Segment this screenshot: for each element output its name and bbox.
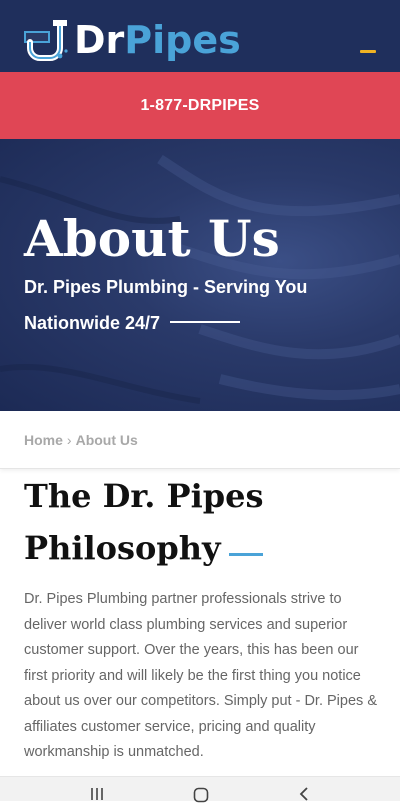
breadcrumb: Home › About Us (0, 411, 400, 469)
section-paragraph: Dr. Pipes Plumbing partner professionals… (24, 591, 377, 760)
system-navigation-bar (0, 776, 400, 803)
logo-wordmark: DrPipes (74, 18, 241, 62)
breadcrumb-separator-icon: › (66, 431, 72, 448)
phone-banner: 1-877-DRPIPES (0, 72, 400, 139)
section-heading-text: The Dr. Pipes Philosophy (24, 477, 264, 567)
breadcrumb-current: About Us (75, 431, 138, 448)
hero-subtitle: Dr. Pipes Plumbing - Serving You Nationw… (24, 269, 364, 341)
hero-underline (170, 321, 241, 324)
phone-link[interactable]: 1-877-DRPIPES (140, 97, 259, 115)
menu-button[interactable] (360, 42, 378, 54)
back-icon[interactable] (298, 787, 310, 806)
logo-text-dr: Dr (74, 18, 125, 62)
hero-banner: About Us Dr. Pipes Plumbing - Serving Yo… (0, 139, 400, 411)
home-icon[interactable] (193, 787, 209, 808)
breadcrumb-home-link[interactable]: Home (24, 432, 63, 448)
logo-text-pipes: Pipes (124, 18, 241, 62)
title-accent-line (228, 553, 263, 556)
site-logo[interactable]: DrPipes (22, 18, 241, 62)
hero-title: About Us (24, 209, 280, 268)
hero-subtitle-text: Dr. Pipes Plumbing - Serving You Nationw… (24, 277, 308, 333)
site-header: DrPipes (0, 0, 400, 72)
pipe-logo-icon (24, 20, 68, 61)
recents-icon[interactable] (90, 787, 104, 806)
hamburger-icon (360, 50, 376, 53)
section-heading: The Dr. Pipes Philosophy (24, 470, 384, 574)
